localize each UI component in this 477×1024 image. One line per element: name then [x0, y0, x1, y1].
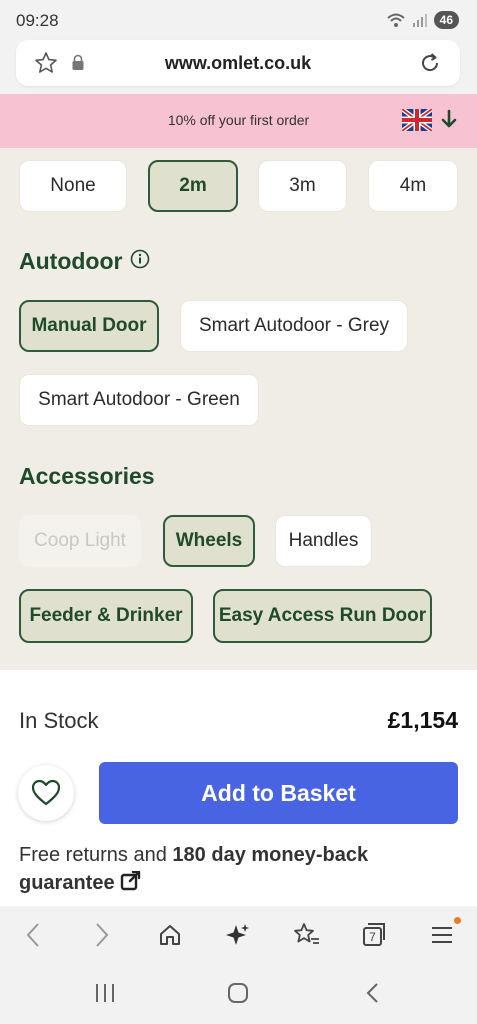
chevron-right-icon: [96, 923, 109, 947]
option-label: Easy Access Run Door: [218, 605, 427, 626]
bookmarks-button[interactable]: [291, 920, 321, 950]
forward-button[interactable]: [87, 920, 117, 950]
option-coop-light[interactable]: Coop Light: [19, 515, 141, 567]
wishlist-button[interactable]: [18, 765, 74, 821]
external-link-icon[interactable]: [120, 870, 142, 891]
option-handles[interactable]: Handles: [275, 515, 372, 567]
promo-banner: 10% off your first order: [0, 94, 477, 148]
add-to-basket-label: Add to Basket: [201, 779, 356, 806]
option-run-2m[interactable]: 2m: [148, 160, 238, 212]
home-circle-icon[interactable]: [227, 982, 249, 1004]
option-label: Feeder & Drinker: [29, 605, 183, 626]
option-label: Handles: [288, 530, 359, 551]
chevron-left-icon: [26, 923, 39, 947]
option-label: Smart Autodoor - Green: [38, 389, 240, 410]
option-smart-autodoor-grey[interactable]: Smart Autodoor - Grey: [180, 300, 408, 352]
home-button[interactable]: [155, 920, 185, 950]
returns-prefix: Free returns and: [19, 844, 173, 866]
info-icon[interactable]: [130, 249, 150, 269]
hamburger-menu-icon: [432, 927, 452, 943]
signal-icon: [412, 14, 427, 27]
option-run-none[interactable]: None: [19, 160, 127, 212]
back-button[interactable]: [18, 920, 48, 950]
tabs-button[interactable]: 7: [359, 920, 389, 950]
star-list-icon: [294, 923, 319, 944]
add-to-basket-button[interactable]: Add to Basket: [99, 762, 458, 824]
option-feeder-drinker[interactable]: Feeder & Drinker: [19, 589, 193, 643]
uk-flag-icon[interactable]: [402, 109, 432, 131]
option-label: 3m: [289, 175, 316, 196]
system-back-icon[interactable]: [364, 982, 380, 1004]
battery-badge: 46: [433, 11, 459, 29]
option-label: 4m: [399, 175, 427, 196]
sparkle-icon: [226, 924, 249, 945]
wifi-icon: [386, 13, 405, 27]
option-manual-door[interactable]: Manual Door: [19, 300, 159, 352]
option-label: Wheels: [175, 530, 243, 551]
status-time: 09:28: [16, 11, 59, 30]
status-bar: 09:28 46: [0, 0, 477, 40]
tabs-icon: 7: [363, 923, 385, 946]
purchase-panel: In Stock £1,154 Add to Basket Free retur…: [0, 670, 477, 906]
option-smart-autodoor-green[interactable]: Smart Autodoor - Green: [19, 374, 259, 426]
price: £1,154: [387, 707, 458, 733]
reload-icon[interactable]: [418, 51, 442, 75]
system-navigation-bar: [0, 966, 477, 1024]
status-icons: 46: [386, 11, 459, 29]
option-wheels[interactable]: Wheels: [163, 515, 255, 567]
product-options: None 2m 3m 4m Autodoor Manual Door Smart…: [0, 148, 477, 670]
arrow-down-icon[interactable]: [440, 108, 458, 130]
heart-icon: [31, 779, 61, 806]
menu-button[interactable]: [427, 917, 461, 950]
autodoor-title: Autodoor: [19, 248, 123, 274]
option-run-3m[interactable]: 3m: [258, 160, 347, 212]
option-label: Manual Door: [31, 315, 147, 336]
recent-apps-icon[interactable]: [94, 982, 116, 1004]
browser-toolbar: 7: [0, 906, 477, 966]
option-easy-access-run-door[interactable]: Easy Access Run Door: [213, 589, 432, 643]
url-text[interactable]: www.omlet.co.uk: [16, 53, 460, 74]
option-run-4m[interactable]: 4m: [368, 160, 458, 212]
url-bar[interactable]: www.omlet.co.uk: [16, 40, 460, 86]
option-label: None: [50, 175, 96, 196]
notification-dot: [454, 917, 461, 924]
accessories-title: Accessories: [19, 463, 155, 489]
tabs-count: 7: [369, 930, 376, 944]
ai-assistant-button[interactable]: [223, 920, 253, 950]
returns-info: Free returns and 180 day money-back guar…: [19, 841, 459, 897]
stock-status: In Stock: [19, 708, 99, 733]
option-label: Smart Autodoor - Grey: [198, 315, 390, 336]
option-label: 2m: [179, 175, 207, 196]
option-label: Coop Light: [34, 530, 126, 551]
home-icon: [160, 925, 180, 945]
